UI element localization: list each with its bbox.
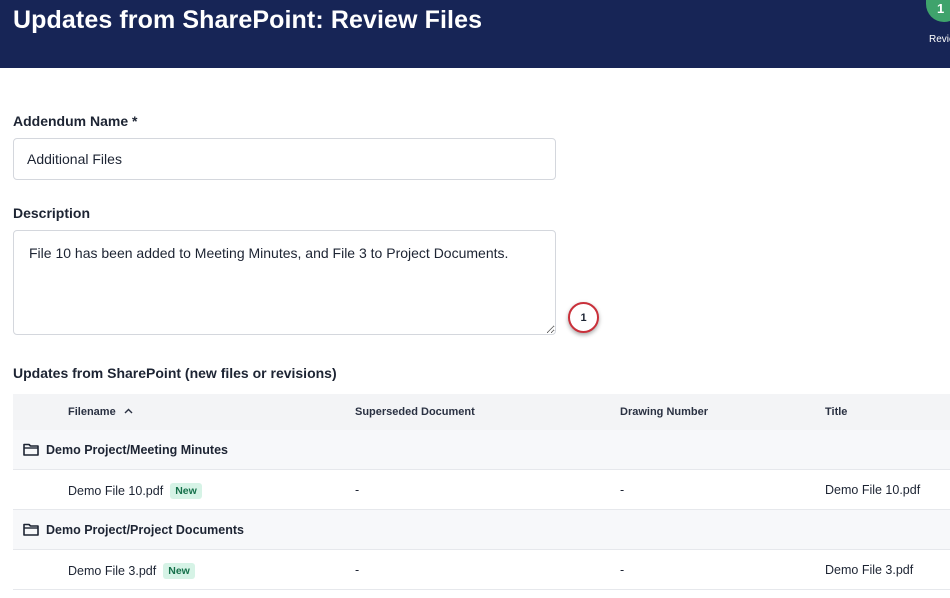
table-row[interactable]: Demo File 10.pdf New - - Demo File 10.pdf — [13, 470, 950, 510]
column-header-filename-label: Filename — [68, 406, 116, 418]
description-textarea[interactable]: File 10 has been added to Meeting Minute… — [13, 230, 556, 335]
column-header-superseded[interactable]: Superseded Document — [355, 406, 475, 418]
column-header-title[interactable]: Title — [825, 406, 847, 418]
annotation-callout: 1 — [568, 302, 599, 333]
folder-name: Demo Project/Meeting Minutes — [46, 443, 228, 457]
step-indicator: 1 — [926, 0, 950, 22]
page-header: Updates from SharePoint: Review Files 1 … — [0, 0, 950, 68]
folder-icon — [23, 523, 39, 536]
folder-row: Demo Project/Project Documents — [13, 510, 950, 550]
superseded-cell: - — [355, 483, 360, 497]
addendum-name-label: Addendum Name * — [13, 113, 138, 129]
sort-ascending-icon — [124, 408, 133, 414]
updates-section-title: Updates from SharePoint (new files or re… — [13, 365, 337, 381]
folder-name: Demo Project/Project Documents — [46, 523, 244, 537]
column-header-drawing-number[interactable]: Drawing Number — [620, 406, 708, 418]
table-header: Filename Superseded Document Drawing Num… — [13, 394, 950, 430]
filename-text: Demo File 3.pdf — [68, 564, 157, 578]
updates-table: Filename Superseded Document Drawing Num… — [13, 394, 950, 590]
filename-text: Demo File 10.pdf — [68, 484, 164, 498]
title-cell: Demo File 10.pdf — [825, 483, 921, 497]
filename-cell: Demo File 10.pdf New — [68, 483, 202, 499]
step-label: Review — [929, 34, 950, 45]
drawing-number-cell: - — [620, 563, 625, 577]
new-badge: New — [163, 563, 195, 579]
title-cell: Demo File 3.pdf — [825, 563, 914, 577]
folder-icon — [23, 443, 39, 456]
addendum-name-input[interactable] — [13, 138, 556, 180]
page-title: Updates from SharePoint: Review Files — [13, 6, 483, 34]
filename-cell: Demo File 3.pdf New — [68, 563, 195, 579]
drawing-number-cell: - — [620, 483, 625, 497]
superseded-cell: - — [355, 563, 360, 577]
table-row[interactable]: Demo File 3.pdf New - - Demo File 3.pdf — [13, 550, 950, 590]
column-header-filename[interactable]: Filename — [68, 406, 133, 418]
description-label: Description — [13, 205, 91, 221]
folder-row: Demo Project/Meeting Minutes — [13, 430, 950, 470]
new-badge: New — [170, 483, 202, 499]
